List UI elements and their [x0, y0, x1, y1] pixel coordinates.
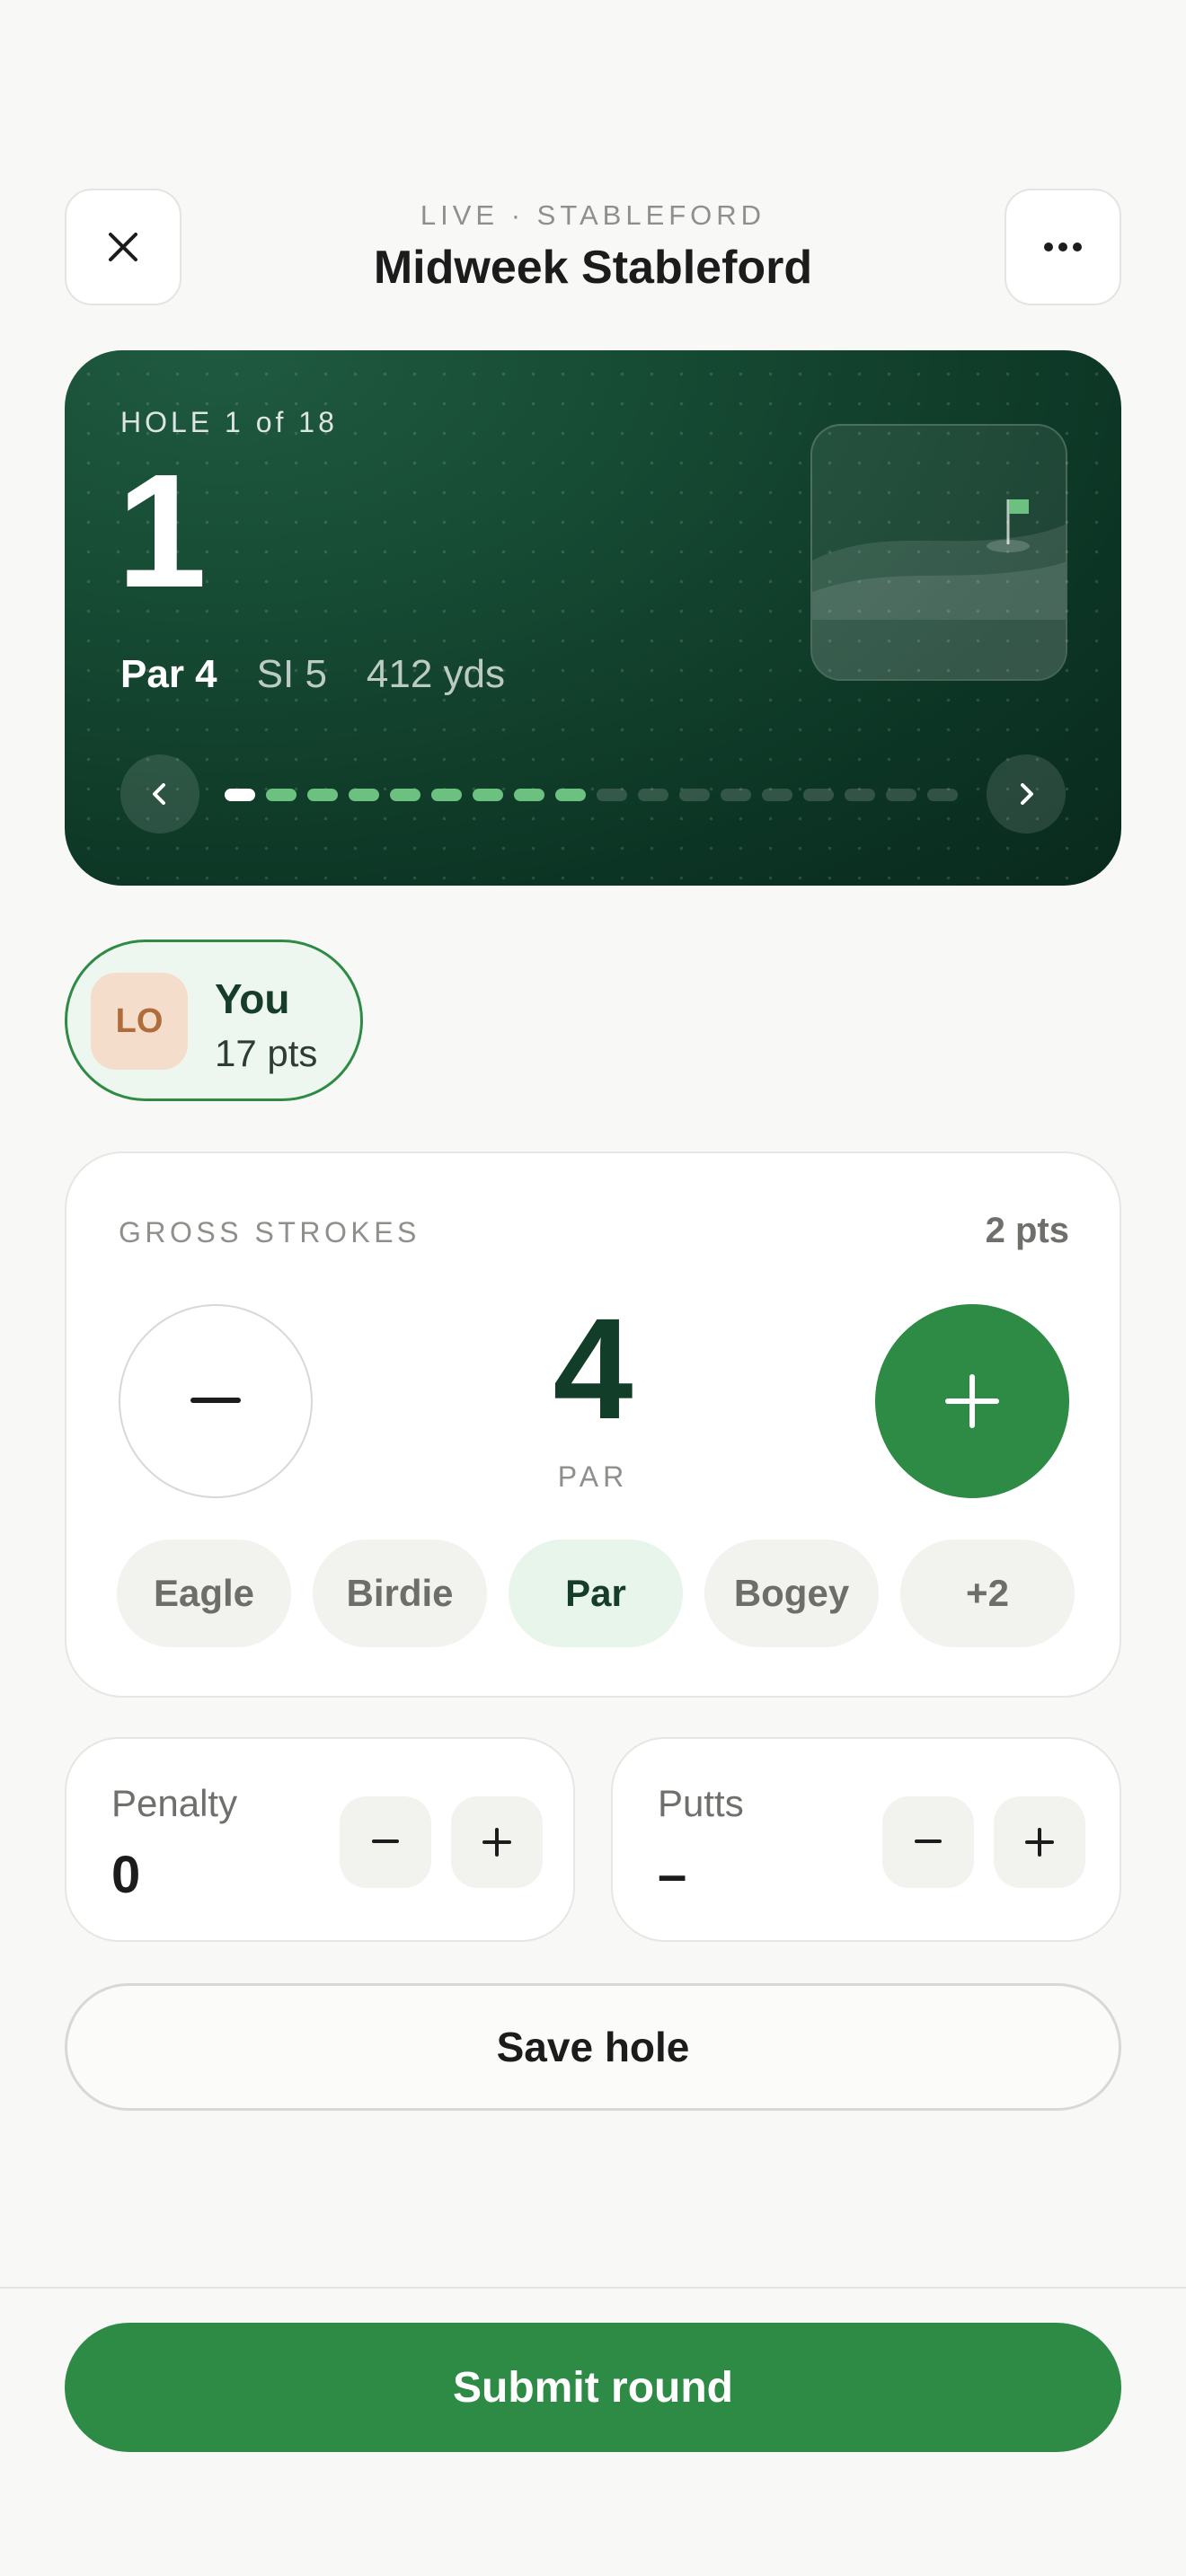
chevron-right-icon: [1021, 783, 1033, 805]
quick-score-birdie[interactable]: Birdie: [313, 1539, 487, 1647]
hole-progress: [225, 789, 958, 801]
prev-hole-button[interactable]: [120, 754, 199, 834]
minus-icon: [915, 1839, 942, 1843]
penalty-increase-button[interactable]: [451, 1796, 543, 1888]
plus-icon: [482, 1828, 511, 1857]
quick-score-par[interactable]: Par: [509, 1539, 683, 1647]
hole-progress-marker[interactable]: [266, 789, 296, 801]
hole-progress-marker[interactable]: [555, 789, 586, 801]
quick-score-double-bogey[interactable]: +2: [900, 1539, 1075, 1647]
gross-strokes-label: GROSS STROKES: [119, 1216, 420, 1248]
hole-progress-marker[interactable]: [390, 789, 420, 801]
hole-progress-marker[interactable]: [597, 789, 627, 801]
quick-score-row: Eagle Birdie Par Bogey +2: [117, 1539, 1075, 1647]
penalty-value: 0: [111, 1846, 141, 1904]
plus-icon: [1025, 1828, 1054, 1857]
plus-icon: [945, 1374, 999, 1428]
hole-meta: Par 4 SI 5 412 yds: [120, 652, 505, 697]
submit-round-button[interactable]: Submit round: [65, 2323, 1121, 2452]
putts-value: –: [658, 1846, 687, 1904]
more-horizontal-icon: [1044, 243, 1082, 251]
penalty-card: Penalty 0: [65, 1737, 575, 1942]
player-name: You: [215, 975, 290, 1022]
hole-progress-marker[interactable]: [638, 789, 668, 801]
player-chip[interactable]: LO You 17 pts: [65, 940, 363, 1101]
chevron-left-icon: [153, 783, 165, 805]
hole-progress-marker[interactable]: [762, 789, 792, 801]
hole-progress-marker[interactable]: [886, 789, 916, 801]
hole-progress-marker[interactable]: [679, 789, 710, 801]
hole-progress-marker[interactable]: [514, 789, 544, 801]
hole-card: HOLE 1 of 18 1 Par 4 SI 5 412 yds: [65, 350, 1121, 886]
hole-progress-marker[interactable]: [225, 789, 255, 801]
hole-label: HOLE 1 of 18: [120, 406, 338, 438]
hole-progress-marker[interactable]: [721, 789, 751, 801]
player-points: 17 pts: [215, 1032, 318, 1074]
hole-progress-marker[interactable]: [927, 789, 958, 801]
hole-progress-marker[interactable]: [803, 789, 834, 801]
hole-progress-marker[interactable]: [349, 789, 379, 801]
hole-yardage: 412 yds: [366, 652, 506, 696]
hole-progress-marker[interactable]: [307, 789, 338, 801]
putts-card: Putts –: [611, 1737, 1121, 1942]
minus-icon: [372, 1839, 399, 1843]
gross-strokes-card: GROSS STROKES 2 pts 4 PAR Eagle Birdie P…: [65, 1151, 1121, 1698]
penalty-decrease-button[interactable]: [340, 1796, 431, 1888]
hole-thumbnail: [810, 424, 1067, 681]
hole-stroke-index: SI 5: [256, 652, 327, 696]
hole-progress-marker[interactable]: [473, 789, 503, 801]
hole-par: Par 4: [120, 652, 217, 696]
avatar: LO: [91, 973, 188, 1070]
hole-progress-marker[interactable]: [431, 789, 462, 801]
save-hole-button[interactable]: Save hole: [65, 1983, 1121, 2111]
putts-decrease-button[interactable]: [882, 1796, 974, 1888]
quick-score-bogey[interactable]: Bogey: [704, 1539, 879, 1647]
putts-label: Putts: [658, 1782, 744, 1824]
bottom-divider: [0, 2287, 1186, 2289]
next-hole-button[interactable]: [987, 754, 1066, 834]
penalty-label: Penalty: [111, 1782, 238, 1824]
hole-progress-marker[interactable]: [845, 789, 875, 801]
hole-number: 1: [117, 441, 208, 622]
more-options-button[interactable]: [1005, 189, 1121, 305]
golf-hole-flag-icon: [812, 499, 1066, 679]
putts-increase-button[interactable]: [994, 1796, 1085, 1888]
hole-points: 2 pts: [985, 1211, 1069, 1250]
quick-score-eagle[interactable]: Eagle: [117, 1539, 291, 1647]
increase-strokes-button[interactable]: [875, 1304, 1069, 1498]
